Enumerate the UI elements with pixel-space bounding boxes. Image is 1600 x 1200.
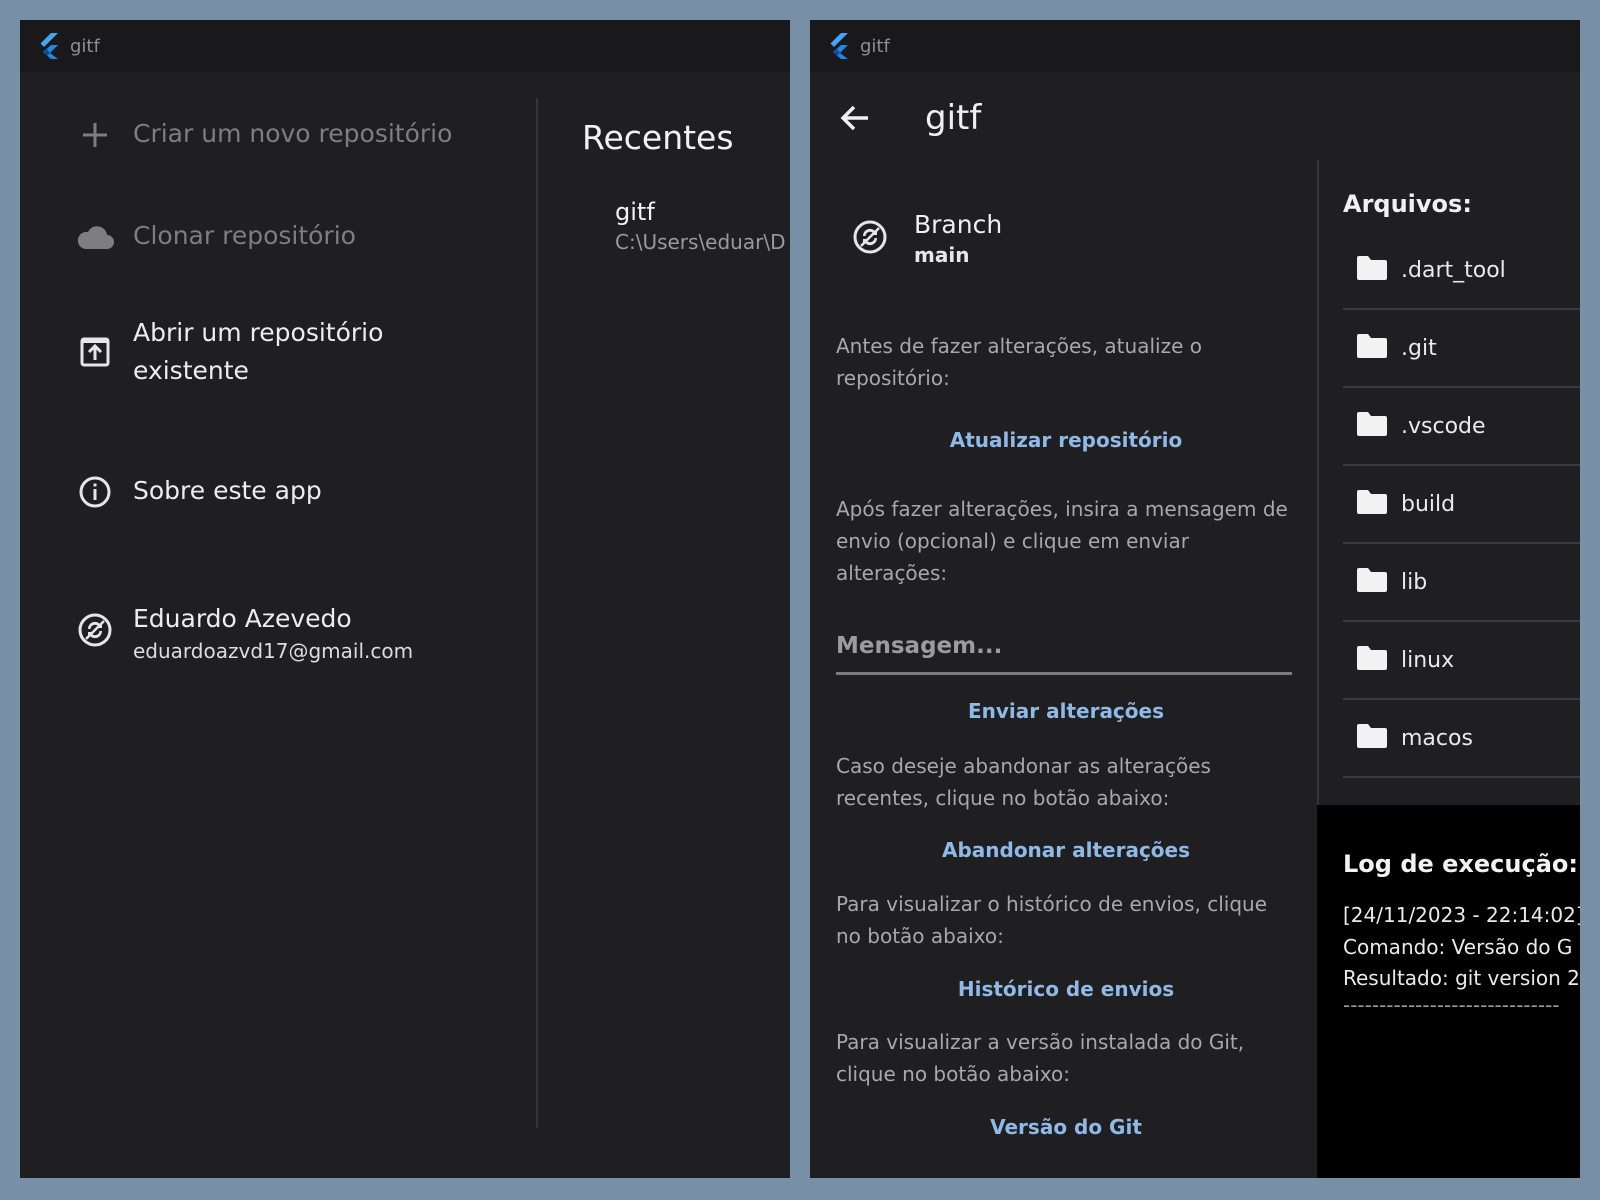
execution-log: Log de execução: [24/11/2023 - 22:14:02]…	[1317, 805, 1580, 1178]
file-name: lib	[1401, 569, 1428, 595]
file-row[interactable]: macos	[1343, 700, 1580, 778]
commit-message-input[interactable]: Mensagem...	[836, 620, 1292, 675]
user-email: eduardoazvd17@gmail.com	[133, 639, 414, 663]
folder-icon	[1355, 722, 1389, 754]
log-header: Log de execução:	[1343, 850, 1578, 878]
git-version-button[interactable]: Versão do Git	[836, 1115, 1296, 1139]
create-repo-label: Criar um novo repositório	[133, 119, 453, 148]
window-title: gitf	[860, 35, 890, 57]
file-name: linux	[1401, 647, 1455, 673]
clone-repo-item[interactable]: Clonar repositório	[75, 217, 356, 257]
file-name: build	[1401, 491, 1456, 517]
recent-repo-name: gitf	[615, 198, 655, 226]
flutter-logo-icon	[828, 33, 850, 59]
file-row[interactable]: lib	[1343, 544, 1580, 622]
history-instructions: Para visualizar o histórico de envios, c…	[836, 892, 1268, 948]
folder-icon	[1355, 644, 1389, 676]
cloud-icon	[75, 217, 115, 257]
app-bar: gitf	[810, 72, 1580, 162]
flutter-logo-icon	[38, 33, 60, 59]
info-icon	[75, 472, 115, 512]
plus-icon	[75, 115, 115, 155]
window-title: gitf	[70, 35, 100, 57]
open-in-icon	[75, 332, 115, 372]
version-instructions: Para visualizar a versão instalada do Gi…	[836, 1030, 1245, 1086]
discard-instructions: Caso deseje abandonar as alterações rece…	[836, 754, 1211, 810]
clone-repo-label: Clonar repositório	[133, 221, 356, 250]
log-line: [24/11/2023 - 22:14:02]	[1343, 903, 1580, 927]
back-arrow-icon[interactable]	[834, 96, 878, 140]
sync-account-icon	[75, 610, 115, 650]
recent-repo-path: C:\Users\eduar\D	[615, 230, 786, 254]
user-name: Eduardo Azevedo	[133, 604, 352, 633]
open-repo-item[interactable]: Abrir um repositório existente	[75, 314, 433, 390]
log-line: Comando: Versão do G	[1343, 935, 1573, 959]
send-changes-button[interactable]: Enviar alterações	[836, 699, 1296, 723]
branch-sync-icon	[852, 219, 888, 259]
folder-icon	[1355, 410, 1389, 442]
log-line: ------------------------------	[1343, 993, 1560, 1017]
about-item[interactable]: Sobre este app	[75, 472, 322, 512]
update-instructions: Antes de fazer alterações, atualize o re…	[836, 334, 1202, 390]
file-list: .dart_tool .git .vscode build lib linux macos	[1343, 232, 1580, 778]
update-repo-button[interactable]: Atualizar repositório	[836, 428, 1296, 452]
title-bar: gitf	[20, 20, 790, 72]
panel-divider	[1317, 160, 1319, 810]
account-item[interactable]: Eduardo Azevedo eduardoazvd17@gmail.com	[75, 600, 413, 664]
right-window: gitf gitf Branch main Antes de fazer alt…	[810, 20, 1580, 1178]
commit-instructions: Após fazer alterações, insira a mensagem…	[836, 497, 1288, 585]
discard-changes-button[interactable]: Abandonar alterações	[836, 838, 1296, 862]
file-row[interactable]: build	[1343, 466, 1580, 544]
folder-icon	[1355, 488, 1389, 520]
file-name: macos	[1401, 725, 1473, 751]
left-window: gitf Criar um novo repositório Clonar re…	[20, 20, 790, 1178]
file-row[interactable]: linux	[1343, 622, 1580, 700]
app-title: gitf	[925, 98, 982, 138]
files-header: Arquivos:	[1343, 190, 1472, 218]
folder-icon	[1355, 254, 1389, 286]
title-bar: gitf	[810, 20, 1580, 72]
files-panel: Arquivos: .dart_tool .git .vscode build lib l…	[1343, 190, 1580, 778]
file-row[interactable]: .dart_tool	[1343, 232, 1580, 310]
history-button[interactable]: Histórico de envios	[836, 977, 1296, 1001]
file-name: .git	[1401, 335, 1437, 361]
branch-row: Branch main	[852, 210, 1002, 267]
recent-repo-item[interactable]: gitf C:\Users\eduar\D	[615, 198, 785, 254]
file-name: .vscode	[1401, 413, 1486, 439]
about-label: Sobre este app	[133, 476, 322, 505]
file-name: .dart_tool	[1401, 257, 1506, 283]
create-repo-item[interactable]: Criar um novo repositório	[75, 115, 452, 155]
recents-title: Recentes	[582, 118, 734, 157]
file-row[interactable]: .git	[1343, 310, 1580, 388]
file-row[interactable]: .vscode	[1343, 388, 1580, 466]
sidebar-divider	[536, 98, 538, 1128]
branch-label: Branch	[914, 210, 1003, 239]
open-repo-label: Abrir um repositório existente	[133, 318, 384, 385]
log-line: Resultado: git version 2	[1343, 966, 1580, 990]
folder-icon	[1355, 566, 1389, 598]
folder-icon	[1355, 332, 1389, 364]
branch-value: main	[914, 243, 970, 267]
